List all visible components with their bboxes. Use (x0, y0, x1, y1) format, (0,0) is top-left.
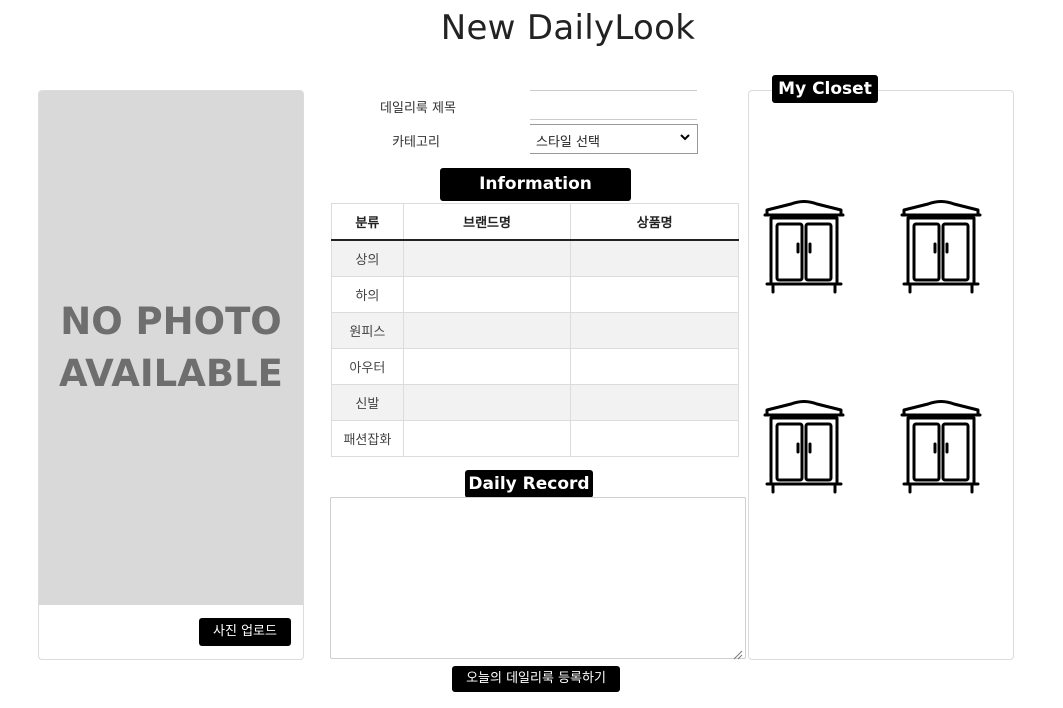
brand-cell[interactable] (402, 239, 572, 277)
no-photo-line-2: AVAILABLE (59, 352, 283, 395)
wardrobe-icon[interactable] (900, 400, 982, 496)
wardrobe-icon[interactable] (763, 200, 845, 296)
wardrobe-icon[interactable] (763, 400, 845, 496)
row-category-label: 신발 (331, 384, 404, 421)
column-header-product: 상품명 (570, 203, 739, 241)
product-cell[interactable] (570, 420, 739, 457)
product-cell[interactable] (570, 384, 739, 421)
table-header-row: 분류 브랜드명 상품명 (331, 203, 739, 241)
title-input[interactable] (530, 90, 697, 120)
product-cell[interactable] (570, 276, 739, 313)
category-label: 카테고리 (392, 135, 440, 150)
category-select[interactable]: 스타일 선택 (530, 124, 698, 154)
brand-cell[interactable] (402, 420, 572, 457)
table-row: 원피스 (331, 312, 739, 349)
photo-card: NO PHOTO AVAILABLE 사진 업로드 (38, 90, 304, 660)
no-photo-text: NO PHOTO AVAILABLE (39, 296, 303, 400)
table-row: 아우터 (331, 348, 739, 385)
wardrobe-icon[interactable] (900, 200, 982, 296)
my-closet-heading: My Closet (772, 75, 878, 103)
product-cell[interactable] (570, 348, 739, 385)
closet-card (748, 90, 1014, 660)
product-cell[interactable] (570, 239, 739, 277)
row-category-label: 상의 (331, 239, 404, 277)
no-photo-line-1: NO PHOTO (60, 300, 282, 343)
photo-upload-button[interactable]: 사진 업로드 (199, 618, 291, 646)
row-category-label: 아우터 (331, 348, 404, 385)
brand-cell[interactable] (402, 276, 572, 313)
brand-cell[interactable] (402, 312, 572, 349)
column-header-brand: 브랜드명 (402, 203, 572, 241)
table-row: 신발 (331, 384, 739, 421)
page-title: New DailyLook (440, 8, 696, 48)
daily-record-textarea[interactable] (330, 497, 746, 659)
brand-cell[interactable] (402, 384, 572, 421)
row-category-label: 하의 (331, 276, 404, 313)
photo-placeholder[interactable]: NO PHOTO AVAILABLE (39, 91, 303, 605)
product-cell[interactable] (570, 312, 739, 349)
resize-grip-icon[interactable] (731, 645, 743, 660)
daily-record-heading: Daily Record (465, 470, 593, 498)
information-table: 분류 브랜드명 상품명 상의 하의 원피스 아우터 신발 패션잡화 (331, 203, 739, 457)
information-heading: Information (440, 168, 631, 201)
table-row: 하의 (331, 276, 739, 313)
table-row: 상의 (331, 239, 739, 277)
column-header-category: 분류 (331, 203, 404, 241)
title-label: 데일리룩 제목 (380, 101, 456, 116)
brand-cell[interactable] (402, 348, 572, 385)
table-row: 패션잡화 (331, 420, 739, 457)
register-dailylook-button[interactable]: 오늘의 데일리룩 등록하기 (452, 666, 620, 692)
chevron-down-icon (679, 130, 691, 147)
row-category-label: 원피스 (331, 312, 404, 349)
category-selected-value: 스타일 선택 (536, 135, 600, 150)
row-category-label: 패션잡화 (331, 420, 404, 457)
